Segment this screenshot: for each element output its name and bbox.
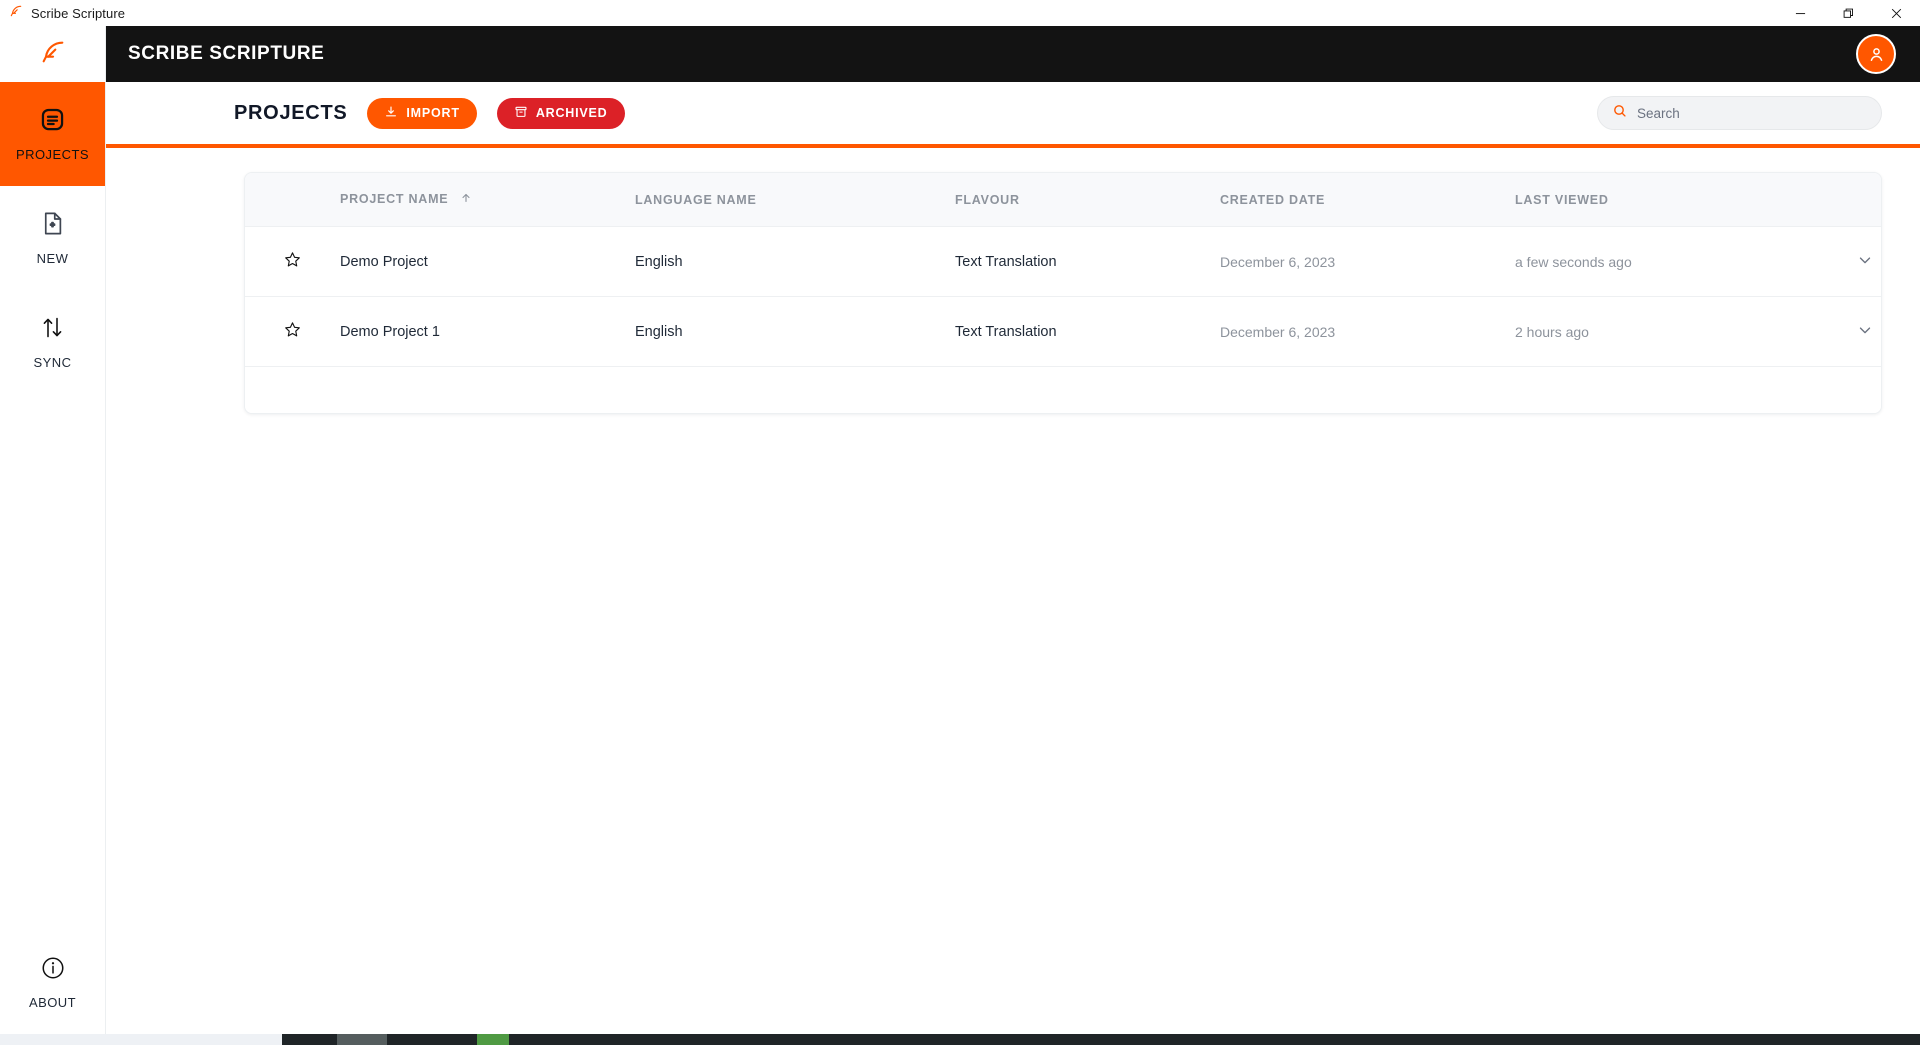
page-title: PROJECTS	[234, 102, 347, 125]
close-icon[interactable]	[1872, 0, 1920, 26]
archive-box-icon	[514, 105, 528, 122]
table-header-row: PROJECT NAME LANGUAGE NAME FLAVOUR CREAT…	[245, 173, 1882, 227]
search-input[interactable]	[1637, 106, 1867, 121]
app-brand-title: SCRIBE SCRIPTURE	[128, 43, 324, 65]
sidebar-item-label: ABOUT	[29, 995, 76, 1010]
column-header-flavour[interactable]: FLAVOUR	[955, 173, 1220, 227]
row-created-date: December 6, 2023	[1220, 227, 1515, 297]
column-header-created-date[interactable]: CREATED DATE	[1220, 173, 1515, 227]
sidebar-item-projects[interactable]: PROJECTS	[0, 82, 105, 186]
taskbar-active-window[interactable]	[0, 1034, 282, 1045]
table-row[interactable]: Demo Project 1 English Text Translation …	[245, 297, 1882, 367]
row-created-date: December 6, 2023	[1220, 297, 1515, 367]
column-header-last-viewed[interactable]: LAST VIEWED	[1515, 173, 1805, 227]
chevron-down-icon[interactable]	[1856, 321, 1874, 339]
table-row[interactable]: Demo Project English Text Translation De…	[245, 227, 1882, 297]
window-title: Scribe Scripture	[31, 6, 125, 21]
sidebar-item-sync[interactable]: SYNC	[0, 290, 105, 394]
column-header-expand	[1805, 173, 1882, 227]
os-taskbar	[0, 1034, 1920, 1045]
projects-table-body: Demo Project English Text Translation De…	[245, 227, 1882, 367]
row-language-name: English	[635, 297, 955, 367]
column-header-project-name[interactable]: PROJECT NAME	[340, 173, 635, 227]
page-toolbar: PROJECTS IMPORT	[106, 82, 1920, 148]
sidebar-item-new[interactable]: NEW	[0, 186, 105, 290]
row-last-viewed: a few seconds ago	[1515, 227, 1805, 297]
row-expand-cell	[1805, 227, 1882, 297]
sync-arrows-icon	[39, 314, 66, 346]
import-button[interactable]: IMPORT	[367, 98, 476, 129]
toolbar-left-group: PROJECTS IMPORT	[234, 98, 625, 129]
projects-list-icon	[39, 106, 66, 138]
sidebar-item-label: PROJECTS	[16, 147, 89, 162]
row-project-name: Demo Project	[340, 227, 635, 297]
column-label: PROJECT NAME	[340, 192, 448, 206]
row-star-cell	[245, 227, 340, 297]
taskbar-item[interactable]	[477, 1034, 509, 1045]
feather-quill-icon	[39, 38, 67, 71]
row-expand-cell	[1805, 297, 1882, 367]
sidebar-spacer	[0, 394, 105, 930]
search-box[interactable]	[1597, 96, 1882, 130]
column-header-language-name[interactable]: LANGUAGE NAME	[635, 173, 955, 227]
titlebar-left: Scribe Scripture	[0, 4, 125, 23]
projects-table-card: PROJECT NAME LANGUAGE NAME FLAVOUR CREAT…	[244, 172, 1882, 414]
new-document-icon	[39, 210, 66, 242]
sidebar-item-about[interactable]: ABOUT	[0, 930, 105, 1034]
arrow-up-icon	[460, 192, 472, 207]
sidebar-item-label: SYNC	[34, 355, 72, 370]
chevron-down-icon[interactable]	[1856, 251, 1874, 269]
window-titlebar: Scribe Scripture	[0, 0, 1920, 26]
row-last-viewed: 2 hours ago	[1515, 297, 1805, 367]
archived-button[interactable]: ARCHIVED	[497, 98, 625, 129]
app-shell: PROJECTS NEW SYNC	[0, 26, 1920, 1034]
info-circle-icon	[40, 955, 66, 986]
app-topbar: SCRIBE SCRIPTURE	[106, 26, 1920, 82]
column-header-star	[245, 173, 340, 227]
window-controls	[1776, 0, 1920, 26]
star-outline-icon[interactable]	[283, 320, 302, 339]
row-language-name: English	[635, 227, 955, 297]
table-footer-space	[245, 367, 1881, 413]
download-icon	[384, 105, 398, 122]
star-outline-icon[interactable]	[283, 250, 302, 269]
main-area: SCRIBE SCRIPTURE PROJECTS IMPORT	[106, 26, 1920, 1034]
restore-icon[interactable]	[1824, 0, 1872, 26]
archived-button-label: ARCHIVED	[536, 106, 608, 120]
row-flavour: Text Translation	[955, 297, 1220, 367]
import-button-label: IMPORT	[406, 106, 459, 120]
sidebar: PROJECTS NEW SYNC	[0, 26, 106, 1034]
taskbar-item[interactable]	[337, 1034, 387, 1045]
feather-quill-icon	[9, 4, 23, 23]
projects-table: PROJECT NAME LANGUAGE NAME FLAVOUR CREAT…	[245, 173, 1882, 367]
projects-content: PROJECT NAME LANGUAGE NAME FLAVOUR CREAT…	[106, 148, 1920, 1034]
row-project-name: Demo Project 1	[340, 297, 635, 367]
search-icon	[1612, 103, 1628, 124]
row-flavour: Text Translation	[955, 227, 1220, 297]
minimize-icon[interactable]	[1776, 0, 1824, 26]
sidebar-item-label: NEW	[37, 251, 69, 266]
sidebar-logo	[0, 26, 105, 82]
row-star-cell	[245, 297, 340, 367]
user-avatar-icon[interactable]	[1856, 34, 1896, 74]
projects-table-head: PROJECT NAME LANGUAGE NAME FLAVOUR CREAT…	[245, 173, 1882, 227]
